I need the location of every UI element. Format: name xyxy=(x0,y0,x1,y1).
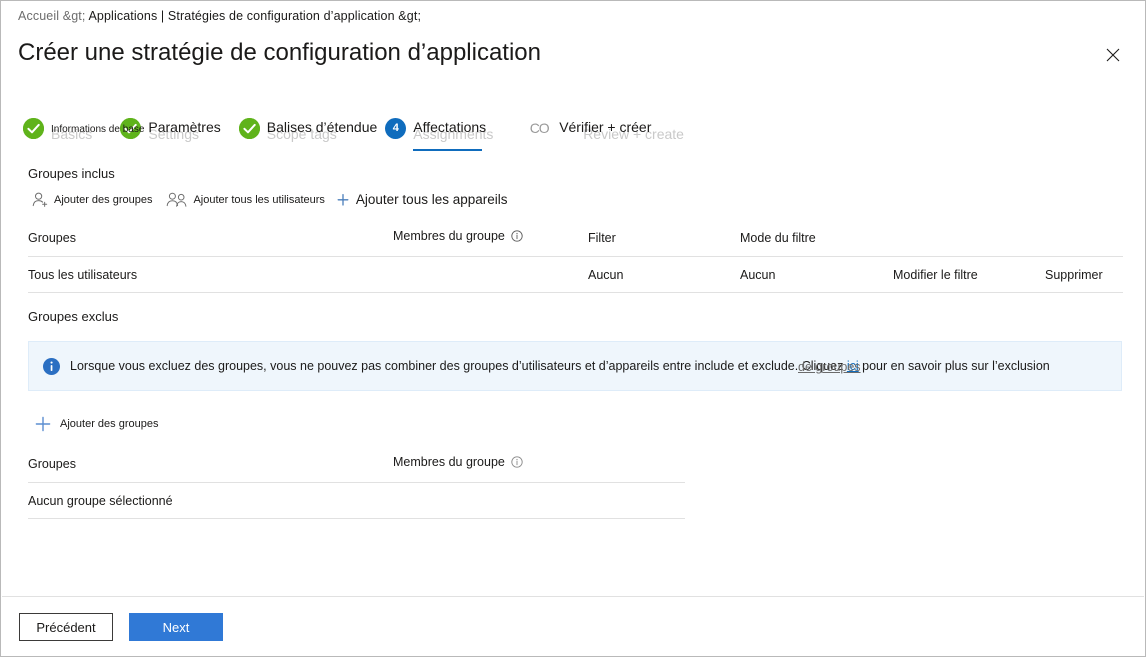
col-filter: Filter xyxy=(588,231,616,245)
create-app-configuration-policy-dialog: Accueil &gt; Applications | Stratégies d… xyxy=(0,0,1146,657)
add-all-devices-button[interactable]: Ajouter tous les appareils xyxy=(335,191,508,209)
col-groups: Groupes xyxy=(28,457,76,471)
excluded-groups-commandbar: Ajouter des groupes Add groups xyxy=(31,413,164,435)
add-groups-label: Ajouter des groupes Add groups xyxy=(54,193,153,212)
exclusion-info-banner-text: Lorsque vous excluez des groupes, vous n… xyxy=(70,360,1050,373)
cell-filter: Aucun xyxy=(588,268,624,282)
wizard-step-review-create-label: Vérifier + créer Review + create xyxy=(559,119,684,142)
table-row: Tous les utilisateurs Aucun Aucun Modifi… xyxy=(28,257,1123,293)
check-circle-icon xyxy=(238,117,260,139)
banner-text-before: Lorsque vous excluez des groupes, vous n… xyxy=(70,358,847,373)
breadcrumb[interactable]: Accueil &gt; Applications | Stratégies d… xyxy=(18,9,421,23)
plus-icon xyxy=(31,413,55,435)
add-groups-button[interactable]: Ajouter des groupes Add groups xyxy=(31,191,153,212)
all-users-icon xyxy=(166,191,188,209)
banner-text-after: pour en savoir plus sur l’exclusion xyxy=(858,358,1050,373)
add-plus-icon xyxy=(335,191,351,209)
breadcrumb-home[interactable]: Accueil &gt; xyxy=(18,9,86,23)
included-groups-commandbar: Ajouter des groupes Add groups Ajouter t… xyxy=(31,191,514,212)
banner-learn-more-link[interactable]: ici xyxy=(847,359,859,373)
info-icon xyxy=(43,357,60,375)
table-header-row: Groupes Membres du groupe Filter Mode du… xyxy=(28,229,1123,257)
wizard-step-scope-tags[interactable]: Balises d’étendue Scope tags xyxy=(238,111,378,145)
excluded-groups-table: Groupes Membres du groupe Aucun groupe s… xyxy=(28,455,685,519)
add-excluded-groups-button[interactable]: Ajouter des groupes Add groups xyxy=(31,413,158,435)
table-header-row: Groupes Membres du groupe xyxy=(28,455,685,483)
wizard-step-assignments[interactable]: 4 Affectations Assignments xyxy=(385,111,494,151)
step-number-badge: 4 xyxy=(385,117,407,139)
add-all-devices-label: Ajouter tous les appareils xyxy=(355,192,508,208)
add-excluded-groups-label: Ajouter des groupes Add groups xyxy=(60,417,159,436)
excluded-groups-table-body: Aucun groupe sélectionné xyxy=(28,483,685,519)
cell-group-members xyxy=(393,257,588,293)
step-number-badge-pending: CO xyxy=(529,120,550,136)
cell-group-name: Tous les utilisateurs xyxy=(28,268,138,282)
page-title: Créer une stratégie de configuration d’a… xyxy=(18,39,541,66)
close-icon[interactable] xyxy=(1097,39,1129,71)
add-all-users-button[interactable]: Ajouter tous les utilisateurs Add all us… xyxy=(166,191,325,212)
included-groups-title: Groupes inclus xyxy=(28,166,115,181)
col-remove xyxy=(1045,229,1123,257)
edit-filter-link[interactable]: Modifier le filtre xyxy=(893,257,1045,293)
included-groups-table-head: Groupes Membres du groupe Filter Mode du… xyxy=(28,229,1123,257)
previous-button[interactable]: Précédent xyxy=(19,613,113,641)
wizard-step-review-create[interactable]: CO Vérifier + créer Review + create xyxy=(526,111,684,145)
active-step-underline xyxy=(413,149,483,151)
wizard-step-assignments-label: Affectations Assignments xyxy=(413,119,494,142)
table-row: Aucun groupe sélectionné xyxy=(28,483,685,519)
col-filter-mode: Mode du filtre xyxy=(740,231,816,245)
exclusion-info-banner: Lorsque vous excluez des groupes, vous n… xyxy=(28,341,1122,391)
cell-empty-members xyxy=(393,483,685,519)
col-group-members: Membres du groupe xyxy=(393,229,588,257)
next-button[interactable]: Next xyxy=(129,613,223,641)
col-group-members: Membres du groupe xyxy=(393,455,685,483)
col-edit-filter xyxy=(893,229,1045,257)
wizard-footer: Précédent Next xyxy=(1,597,1145,656)
cell-filter-mode: Aucun xyxy=(740,268,776,282)
included-groups-table: Groupes Membres du groupe Filter Mode du… xyxy=(28,229,1123,293)
col-groups: Groupes xyxy=(28,231,76,245)
excluded-groups-table-head: Groupes Membres du groupe xyxy=(28,455,685,483)
add-all-users-label: Ajouter tous les utilisateurs Add all us… xyxy=(193,193,325,212)
breadcrumb-trail[interactable]: Applications | Stratégies de configurati… xyxy=(88,9,421,23)
wizard-step-settings-label: Paramètres Settings xyxy=(148,119,221,142)
included-groups-table-body: Tous les utilisateurs Aucun Aucun Modifi… xyxy=(28,257,1123,293)
info-icon[interactable] xyxy=(511,456,524,471)
wizard-steps: Informations de base Basics Paramètres S… xyxy=(23,111,684,151)
excluded-groups-title: Groupes exclus xyxy=(28,309,119,324)
remove-group-link[interactable]: Supprimer xyxy=(1045,257,1123,293)
cell-empty-state: Aucun groupe sélectionné xyxy=(28,494,173,508)
check-circle-icon xyxy=(23,117,44,139)
info-icon[interactable] xyxy=(511,230,524,245)
add-person-icon xyxy=(31,191,49,209)
wizard-step-scope-tags-label: Balises d’étendue Scope tags xyxy=(266,119,378,142)
